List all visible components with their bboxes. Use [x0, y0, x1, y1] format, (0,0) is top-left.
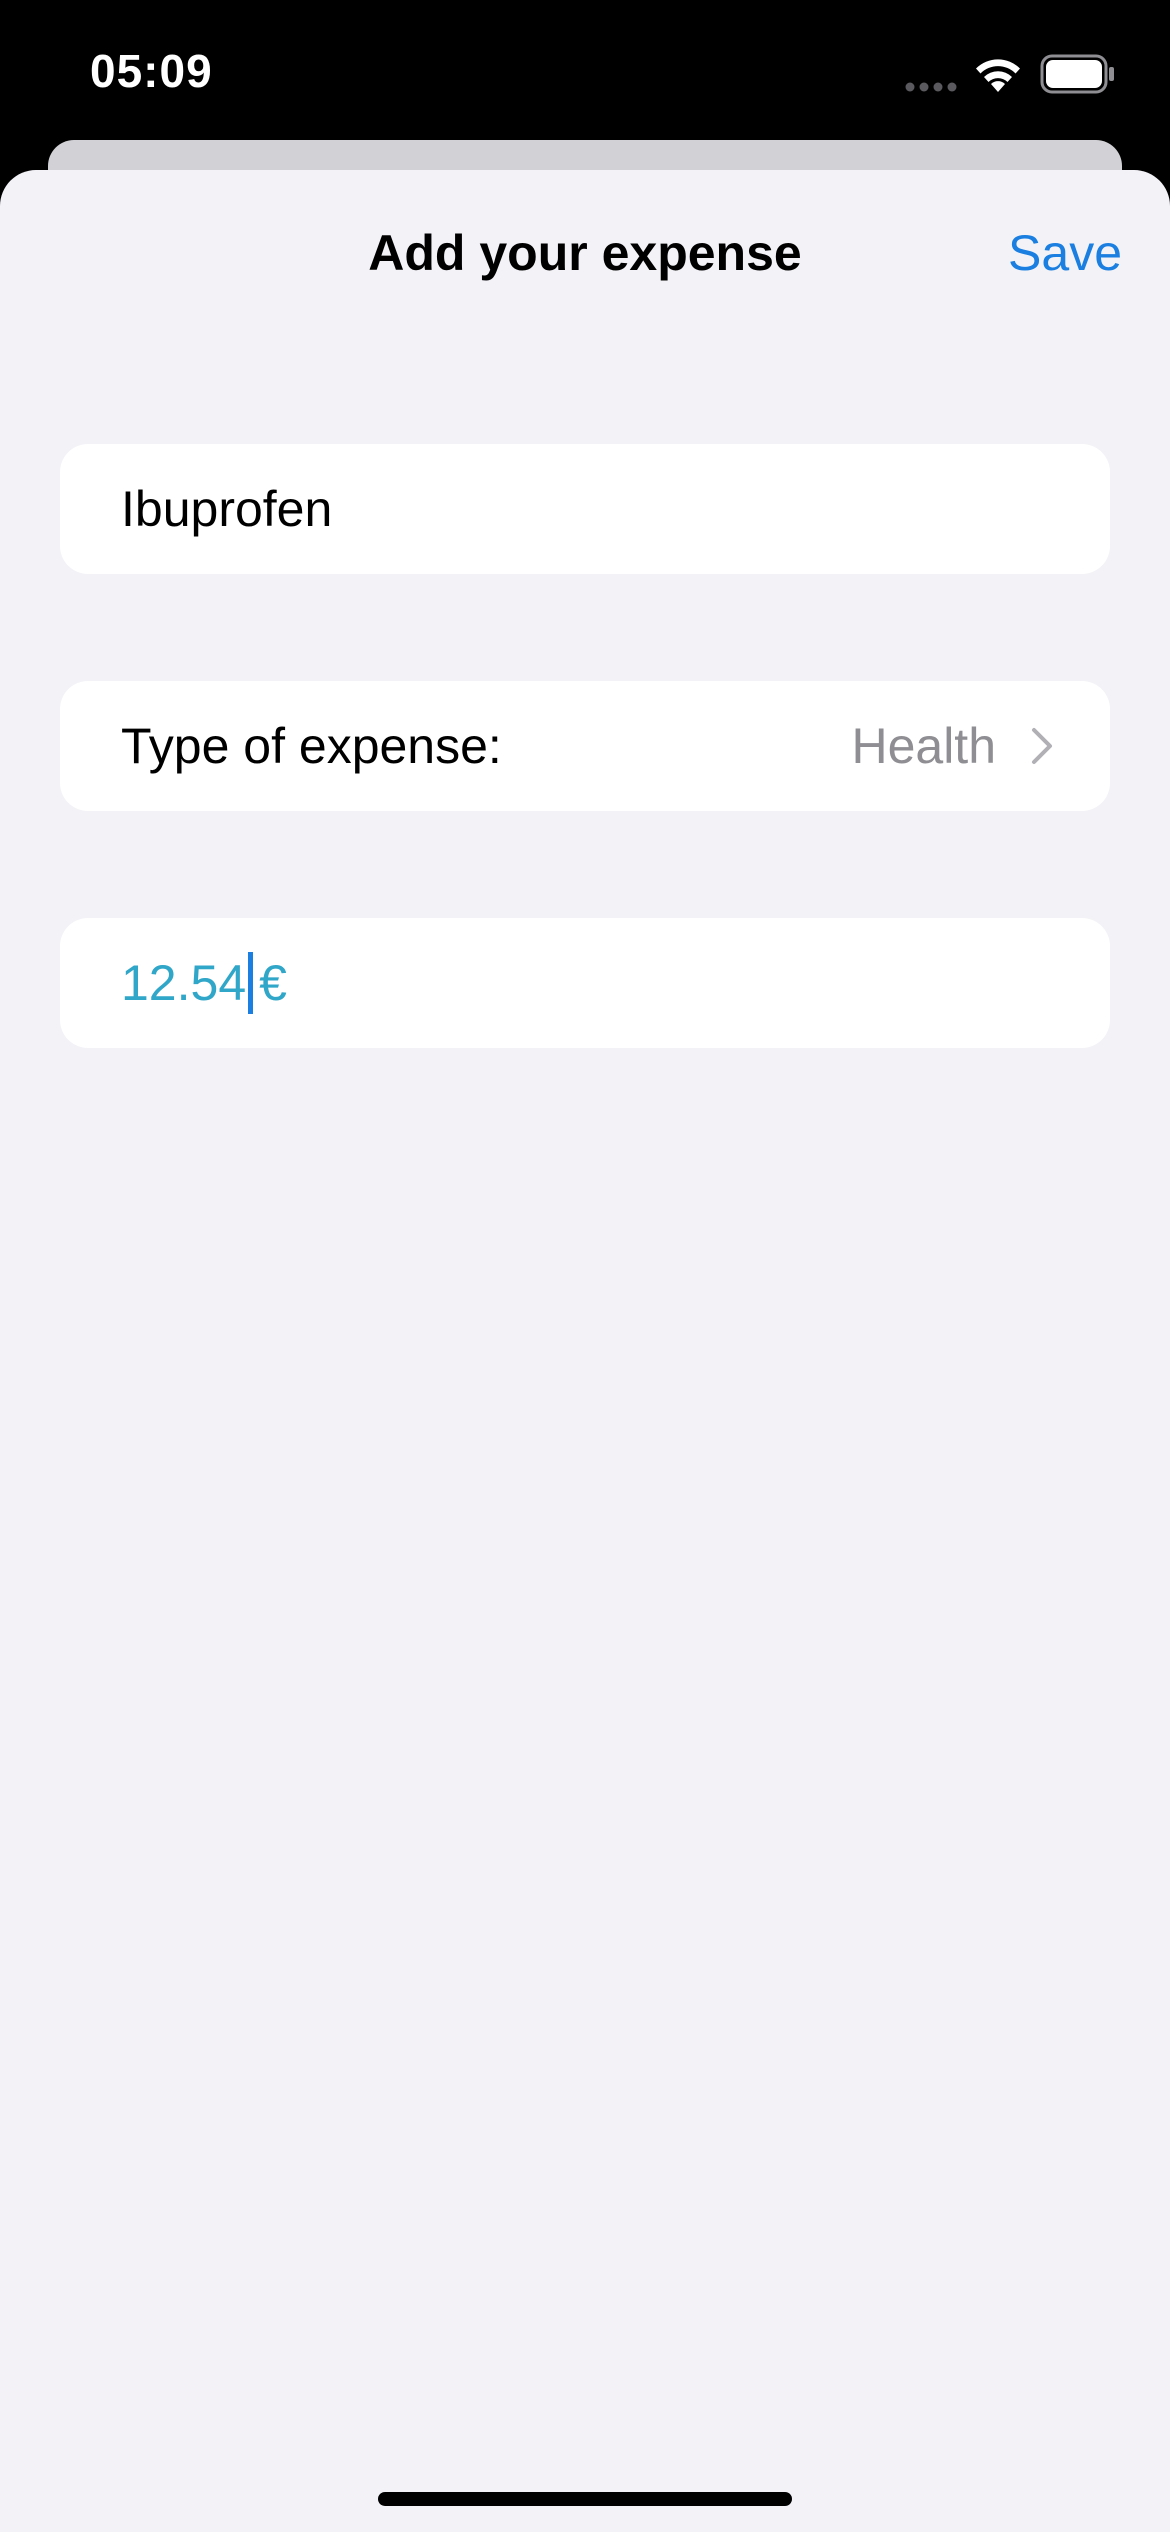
battery-icon: [1040, 54, 1114, 94]
home-indicator[interactable]: [378, 2492, 792, 2506]
wifi-icon: [976, 59, 1020, 92]
save-button[interactable]: Save: [1008, 224, 1122, 282]
expense-amount-field[interactable]: 12.54 €: [60, 918, 1110, 1048]
expense-name-value[interactable]: Ibuprofen: [121, 444, 332, 574]
chevron-right-icon: [1032, 728, 1052, 764]
status-time: 05:09: [90, 45, 213, 97]
expense-type-row[interactable]: Type of expense: Health: [60, 681, 1110, 811]
expense-type-label: Type of expense:: [121, 718, 502, 774]
page-title: Add your expense: [368, 225, 802, 281]
status-bar: 05:09: [0, 0, 1170, 140]
expense-type-value[interactable]: Health: [851, 681, 996, 811]
add-expense-sheet: Add your expense Save Ibuprofen Type of …: [0, 170, 1170, 2532]
text-cursor: [248, 951, 254, 1014]
currency-symbol: €: [259, 955, 287, 1011]
amount-input[interactable]: 12.54 €: [121, 918, 287, 1048]
cellular-dots-icon: [905, 82, 957, 92]
expense-name-field[interactable]: Ibuprofen: [60, 444, 1110, 574]
amount-value: 12.54: [121, 955, 247, 1011]
